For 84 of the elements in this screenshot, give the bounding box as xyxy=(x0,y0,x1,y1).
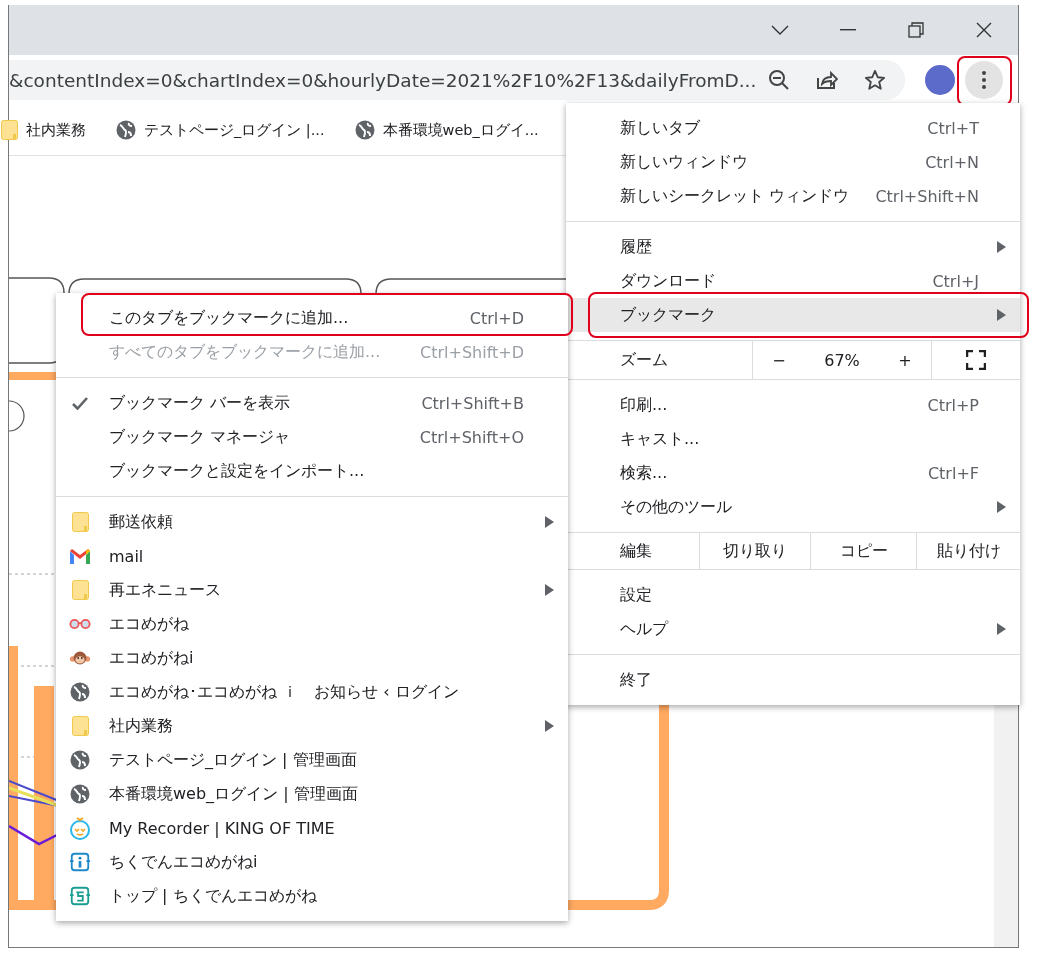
shortcut-text: Ctrl+Shift+N xyxy=(875,186,979,206)
menu-item[interactable]: mail xyxy=(56,539,568,573)
edit-action[interactable]: 切り取り xyxy=(723,540,787,562)
info-icon xyxy=(69,851,91,873)
minimize-icon[interactable] xyxy=(840,29,856,31)
menu-item[interactable]: エコめがね･エコめがね ｉ お知らせ ‹ ログイン xyxy=(56,675,568,709)
menu-item[interactable]: 設定 xyxy=(566,578,1020,612)
shortcut-text: Ctrl+Shift+O xyxy=(419,427,524,447)
share-icon[interactable] xyxy=(816,70,838,90)
globe-icon xyxy=(70,682,90,702)
menu-item[interactable]: ブックマークと設定をインポート... xyxy=(56,454,568,488)
submenu-arrow-icon xyxy=(997,623,1006,635)
shortcut-text: Ctrl+J xyxy=(932,271,979,291)
bookmark-item[interactable]: 本番環境web_ログイ... xyxy=(354,120,539,140)
menu-item[interactable]: 再エネニュース xyxy=(56,573,568,607)
menu-item[interactable]: 郵送依頼 xyxy=(56,505,568,539)
shortcut-text: Ctrl+N xyxy=(925,152,979,172)
menu-item[interactable]: 印刷... Ctrl+P xyxy=(566,388,1020,422)
submenu-arrow-icon xyxy=(545,720,554,732)
menu-item[interactable]: ヘルプ xyxy=(566,612,1020,646)
menu-item[interactable]: My Recorder | KING OF TIME xyxy=(56,811,568,845)
menu-item[interactable]: ちくでんエコめがねi xyxy=(56,845,568,879)
shortcut-text: Ctrl+P xyxy=(927,395,979,415)
edit-action[interactable]: コピー xyxy=(839,540,888,562)
more-icon xyxy=(982,71,986,89)
edit-action[interactable]: 貼り付け xyxy=(936,540,1001,562)
submenu-arrow-icon xyxy=(997,501,1006,513)
shortcut-text: Ctrl+Shift+D xyxy=(420,342,524,362)
globe-icon xyxy=(70,750,90,770)
profile-avatar[interactable] xyxy=(925,65,955,95)
folder-icon xyxy=(71,580,89,600)
shortcut-text: Ctrl+D xyxy=(469,308,524,328)
menu-item[interactable]: ブックマーク xyxy=(566,298,1020,332)
monkey-icon xyxy=(69,650,91,666)
menu-item[interactable]: 新しいシークレット ウィンドウ Ctrl+Shift+N xyxy=(566,179,1020,213)
address-bar[interactable]: &contentIndex=0&chartIndex=0&hourlyDate=2021%2F10%2F13&dailyFromD... xyxy=(9,60,905,100)
folder-icon xyxy=(71,716,89,736)
menu-item[interactable]: 新しいウィンドウ Ctrl+N xyxy=(566,145,1020,179)
shortcut-text: Ctrl+T xyxy=(927,118,979,138)
submenu-arrow-icon xyxy=(997,309,1006,321)
star-icon[interactable] xyxy=(864,69,886,91)
zoom-label: ズーム xyxy=(619,349,668,371)
menu-item[interactable]: キャスト... xyxy=(566,422,1020,456)
glasses-icon xyxy=(69,618,91,630)
zoom-in-button[interactable]: + xyxy=(898,350,912,370)
zoom-value: 67% xyxy=(824,350,860,370)
bookmark-item[interactable]: 社内業務 xyxy=(1,120,86,140)
folder-icon xyxy=(71,512,89,532)
menu-item[interactable]: ダウンロード Ctrl+J xyxy=(566,264,1020,298)
menu-item[interactable]: その他のツール xyxy=(566,490,1020,524)
globe-icon xyxy=(70,784,90,804)
submenu-arrow-icon xyxy=(545,516,554,528)
circle-outline xyxy=(9,400,25,432)
bookmark-item[interactable]: テストページ_ログイン |... xyxy=(116,120,325,140)
smiley-clock-icon xyxy=(69,816,91,840)
globe-icon xyxy=(116,120,136,140)
close-icon[interactable] xyxy=(976,22,992,38)
folder-icon xyxy=(1,120,18,140)
globe-icon xyxy=(354,120,375,140)
submenu-arrow-icon xyxy=(545,584,554,596)
menu-item[interactable]: ブックマーク バーを表示 Ctrl+Shift+B xyxy=(56,386,568,420)
zoom-out-button[interactable]: − xyxy=(772,350,786,370)
divider-bar xyxy=(9,372,59,380)
menu-item[interactable]: ブックマーク マネージャ Ctrl+Shift+O xyxy=(56,420,568,454)
menu-item[interactable]: 本番環境web_ログイン | 管理画面 xyxy=(56,777,568,811)
shortcut-text: Ctrl+F xyxy=(927,463,979,483)
edit-label: 編集 xyxy=(619,540,652,562)
zoom-out-icon[interactable] xyxy=(768,69,790,91)
menu-item[interactable]: 履歴 xyxy=(566,230,1020,264)
restore-icon[interactable] xyxy=(908,22,924,38)
menu-item[interactable]: エコめがねi xyxy=(56,641,568,675)
shortcut-text: Ctrl+Shift+B xyxy=(421,393,524,413)
menu-item[interactable]: 社内業務 xyxy=(56,709,568,743)
menu-item[interactable]: エコめがね xyxy=(56,607,568,641)
menu-item[interactable]: テストページ_ログイン | 管理画面 xyxy=(56,743,568,777)
menu-item[interactable]: 新しいタブ Ctrl+T xyxy=(566,111,1020,145)
chevron-down-icon[interactable] xyxy=(771,25,789,35)
menu-button[interactable] xyxy=(965,61,1003,99)
menu-item[interactable]: 検索... Ctrl+F xyxy=(566,456,1020,490)
mail-icon xyxy=(69,547,91,565)
menu-item[interactable]: トップ | ちくでんエコめがね xyxy=(56,879,568,913)
menu-item[interactable]: 終了 xyxy=(566,663,1020,697)
submenu-arrow-icon xyxy=(997,241,1006,253)
fullscreen-icon[interactable] xyxy=(966,350,986,370)
